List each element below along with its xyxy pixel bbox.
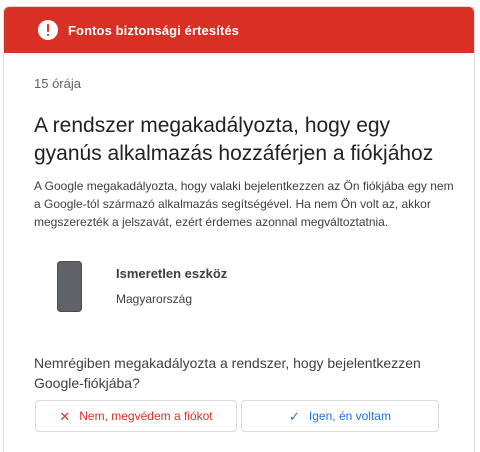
- no-protect-account-button[interactable]: ✕ Nem, megvédem a fiókot: [35, 400, 237, 432]
- alert-banner: Fontos biztonsági értesítés: [4, 7, 474, 53]
- divider: [14, 53, 466, 54]
- no-button-label: Nem, megvédem a fiókot: [79, 409, 213, 423]
- device-name: Ismeretlen eszköz: [116, 266, 228, 281]
- phone-icon: [57, 261, 82, 312]
- page-title: A rendszer megakadályozta, hogy egy gyan…: [34, 114, 434, 165]
- close-icon: ✕: [59, 408, 71, 424]
- yes-it-was-me-button[interactable]: ✓ Igen, én voltam: [241, 400, 439, 432]
- alert-circle-icon: [38, 20, 58, 40]
- banner-title: Fontos biztonsági értesítés: [68, 22, 240, 38]
- yes-button-label: Igen, én voltam: [308, 409, 391, 423]
- confirmation-question: Nemrégiben megakadályozta a rendszer, ho…: [34, 355, 421, 391]
- notification-body: A Google megakadályozta, hogy valaki bej…: [34, 179, 454, 229]
- device-location: Magyarország: [116, 292, 193, 306]
- notification-time: 15 órája: [34, 76, 81, 91]
- check-icon: ✓: [289, 408, 300, 424]
